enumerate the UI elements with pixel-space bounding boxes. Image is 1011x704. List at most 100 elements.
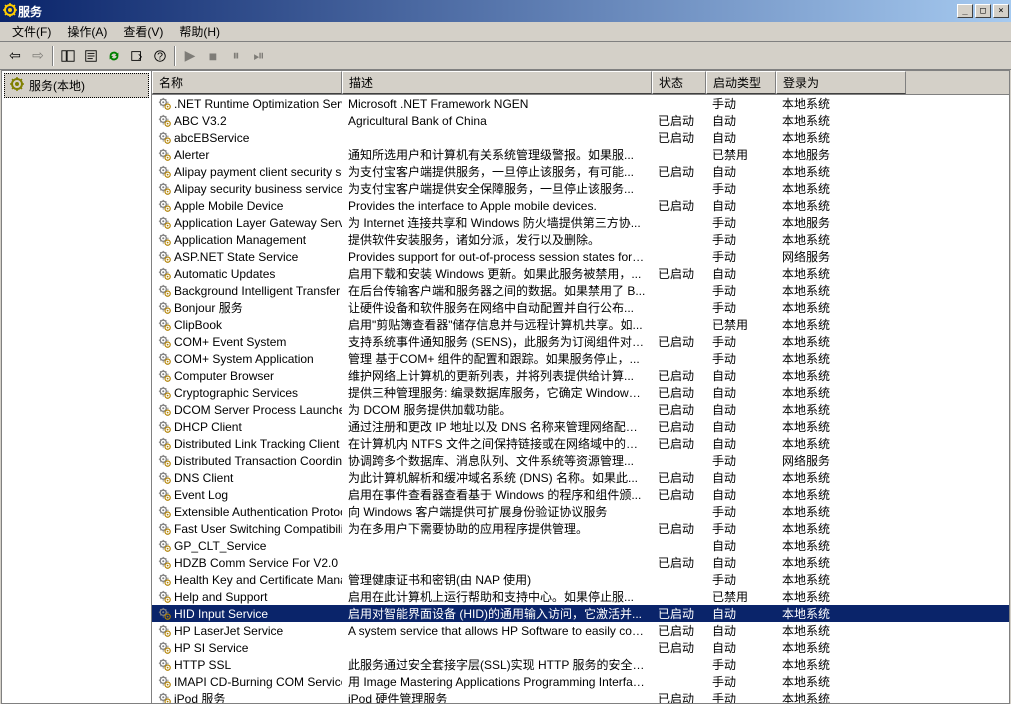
service-row[interactable]: COM+ Event System支持系统事件通知服务 (SENS)，此服务为订… xyxy=(152,333,1009,350)
service-name-text: HTTP SSL xyxy=(174,658,231,672)
column-header-description[interactable]: 描述 xyxy=(342,71,652,94)
service-row[interactable]: Distributed Link Tracking Client在计算机内 NT… xyxy=(152,435,1009,452)
service-row[interactable]: HP SI Service已启动自动本地系统 xyxy=(152,639,1009,656)
svg-text:?: ? xyxy=(157,50,163,62)
service-row[interactable]: Alerter通知所选用户和计算机有关系统管理级警报。如果服...已禁用本地服务 xyxy=(152,146,1009,163)
menu-help[interactable]: 帮助(H) xyxy=(171,21,228,42)
cell-description xyxy=(342,137,652,139)
cell-description: 为在多用户下需要协助的应用程序提供管理。 xyxy=(342,519,652,538)
cell-name: ABC V3.2 xyxy=(152,113,342,129)
service-name-text: Apple Mobile Device xyxy=(174,199,283,213)
cell-status: 已启动 xyxy=(652,332,706,351)
service-row[interactable]: Help and Support启用在此计算机上运行帮助和支持中心。如果停止服.… xyxy=(152,588,1009,605)
service-icon xyxy=(158,556,172,570)
column-header-logon[interactable]: 登录为 xyxy=(776,71,906,94)
pause-service-button[interactable]: ⏸ xyxy=(225,45,247,67)
service-name-text: iPod 服务 xyxy=(174,690,225,703)
service-row[interactable]: Alipay payment client security ser...为支付… xyxy=(152,163,1009,180)
cell-name: Computer Browser xyxy=(152,368,342,384)
service-icon xyxy=(158,454,172,468)
service-row[interactable]: Health Key and Certificate Manag...管理健康证… xyxy=(152,571,1009,588)
column-header-name[interactable]: 名称 xyxy=(152,71,342,94)
service-row[interactable]: DNS Client为此计算机解析和缓冲域名系统 (DNS) 名称。如果此...… xyxy=(152,469,1009,486)
service-row[interactable]: .NET Runtime Optimization Servic...Micro… xyxy=(152,95,1009,112)
service-row[interactable]: HP LaserJet ServiceA system service that… xyxy=(152,622,1009,639)
service-row[interactable]: ClipBook启用"剪贴簿查看器"储存信息并与远程计算机共享。如...已禁用本… xyxy=(152,316,1009,333)
service-row[interactable]: Computer Browser维护网络上计算机的更新列表，并将列表提供给计算.… xyxy=(152,367,1009,384)
cell-status: 已启动 xyxy=(652,519,706,538)
service-row[interactable]: DHCP Client通过注册和更改 IP 地址以及 DNS 名称来管理网络配置… xyxy=(152,418,1009,435)
back-button[interactable]: ⇦ xyxy=(4,45,26,67)
service-icon xyxy=(158,318,172,332)
show-hide-tree-button[interactable] xyxy=(57,45,79,67)
service-name-text: Event Log xyxy=(174,488,228,502)
service-row[interactable]: DCOM Server Process Launcher为 DCOM 服务提供加… xyxy=(152,401,1009,418)
service-icon xyxy=(158,505,172,519)
service-row[interactable]: Application Layer Gateway Service为 Inter… xyxy=(152,214,1009,231)
cell-name: DNS Client xyxy=(152,470,342,486)
service-row[interactable]: Application Management提供软件安装服务，诸如分派，发行以及… xyxy=(152,231,1009,248)
service-row[interactable]: Extensible Authentication Protoco...向 Wi… xyxy=(152,503,1009,520)
service-icon xyxy=(158,607,172,621)
maximize-button[interactable]: □ xyxy=(975,4,991,18)
stop-service-button[interactable]: ■ xyxy=(202,45,224,67)
service-icon xyxy=(158,148,172,162)
service-row[interactable]: HID Input Service启用对智能界面设备 (HID)的通用输入访问，… xyxy=(152,605,1009,622)
minimize-button[interactable]: _ xyxy=(957,4,973,18)
service-row[interactable]: IMAPI CD-Burning COM Service用 Image Mast… xyxy=(152,673,1009,690)
window-title: 服务 xyxy=(18,3,957,20)
service-row[interactable]: GP_CLT_Service自动本地系统 xyxy=(152,537,1009,554)
nav-services-local[interactable]: 服务(本地) xyxy=(4,73,149,98)
service-icon xyxy=(158,267,172,281)
cell-name: Application Layer Gateway Service xyxy=(152,215,342,231)
start-service-button[interactable]: ▶ xyxy=(179,45,201,67)
cell-status: 已启动 xyxy=(652,434,706,453)
menu-file[interactable]: 文件(F) xyxy=(4,21,59,42)
service-row[interactable]: abcEBService已启动自动本地系统 xyxy=(152,129,1009,146)
refresh-button[interactable] xyxy=(103,45,125,67)
properties-button[interactable] xyxy=(80,45,102,67)
cell-status xyxy=(652,324,706,326)
cell-description: 启用对智能界面设备 (HID)的通用输入访问，它激活并... xyxy=(342,604,652,623)
service-row[interactable]: ABC V3.2Agricultural Bank of China已启动自动本… xyxy=(152,112,1009,129)
cell-name: Distributed Link Tracking Client xyxy=(152,436,342,452)
service-row[interactable]: ASP.NET State ServiceProvides support fo… xyxy=(152,248,1009,265)
help-button[interactable]: ? xyxy=(149,45,171,67)
cell-status: 已启动 xyxy=(652,638,706,657)
service-name-text: COM+ System Application xyxy=(174,352,314,366)
cell-name: DCOM Server Process Launcher xyxy=(152,402,342,418)
cell-name: ASP.NET State Service xyxy=(152,249,342,265)
export-list-button[interactable] xyxy=(126,45,148,67)
service-row[interactable]: COM+ System Application管理 基于COM+ 组件的配置和跟… xyxy=(152,350,1009,367)
forward-button[interactable]: ⇨ xyxy=(27,45,49,67)
service-row[interactable]: Bonjour 服务让硬件设备和软件服务在网络中自动配置并自行公布...手动本地… xyxy=(152,299,1009,316)
service-name-text: Automatic Updates xyxy=(174,267,275,281)
menu-view[interactable]: 查看(V) xyxy=(115,21,171,42)
cell-description xyxy=(342,562,652,564)
service-icon xyxy=(158,522,172,536)
service-icon xyxy=(158,369,172,383)
restart-service-button[interactable]: ⏯ xyxy=(248,45,270,67)
service-row[interactable]: Alipay security business service为支付宝客户端提… xyxy=(152,180,1009,197)
service-row[interactable]: Distributed Transaction Coordinator协调跨多个… xyxy=(152,452,1009,469)
service-name-text: Fast User Switching Compatibility xyxy=(174,522,342,536)
service-row[interactable]: Apple Mobile Device Provides the interfac… xyxy=(152,197,1009,214)
column-header-status[interactable]: 状态 xyxy=(652,71,706,94)
service-name-text: HDZB Comm Service For V2.0 xyxy=(174,556,338,570)
menu-action[interactable]: 操作(A) xyxy=(59,21,115,42)
cell-description: Provides the interface to Apple mobile d… xyxy=(342,198,652,214)
cell-name: Help and Support xyxy=(152,589,342,605)
service-row[interactable]: HTTP SSL此服务通过安全套接字层(SSL)实现 HTTP 服务的安全超..… xyxy=(152,656,1009,673)
service-row[interactable]: Cryptographic Services提供三种管理服务: 编录数据库服务，… xyxy=(152,384,1009,401)
cell-name: Background Intelligent Transfer S... xyxy=(152,283,342,299)
cell-name: HP SI Service xyxy=(152,640,342,656)
column-header-startup[interactable]: 启动类型 xyxy=(706,71,776,94)
service-name-text: DHCP Client xyxy=(174,420,242,434)
service-row[interactable]: HDZB Comm Service For V2.0已启动自动本地系统 xyxy=(152,554,1009,571)
service-row[interactable]: Fast User Switching Compatibility为在多用户下需… xyxy=(152,520,1009,537)
service-row[interactable]: Event Log启用在事件查看器查看基于 Windows 的程序和组件颁...… xyxy=(152,486,1009,503)
service-row[interactable]: Background Intelligent Transfer S...在后台传… xyxy=(152,282,1009,299)
service-row[interactable]: Automatic Updates启用下载和安装 Windows 更新。如果此服… xyxy=(152,265,1009,282)
service-row[interactable]: iPod 服务iPod 硬件管理服务已启动手动本地系统 xyxy=(152,690,1009,703)
close-button[interactable]: × xyxy=(993,4,1009,18)
